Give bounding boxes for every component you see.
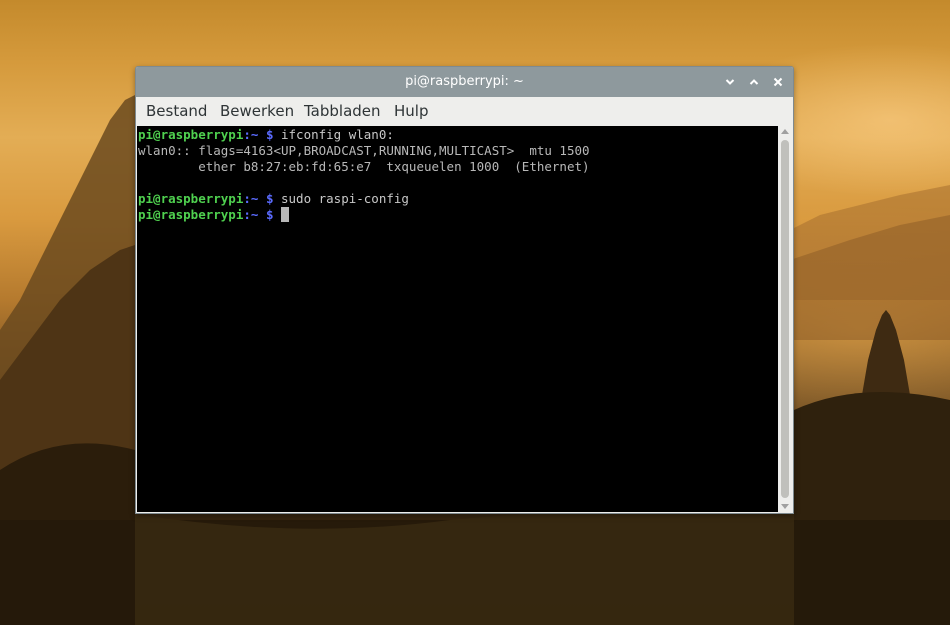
maximize-button[interactable] [746, 74, 762, 90]
prompt-user: pi@raspberrypi [138, 127, 244, 142]
minimize-button[interactable] [722, 74, 738, 90]
scroll-up-icon[interactable] [781, 129, 789, 134]
command-text: ifconfig wlan0: [281, 127, 394, 142]
maximize-icon [749, 79, 759, 85]
terminal-output[interactable]: pi@raspberrypi:~ $ ifconfig wlan0: wlan0:… [137, 126, 778, 512]
prompt-path: :~ [243, 191, 259, 206]
prompt-user: pi@raspberrypi [138, 207, 244, 222]
prompt-path: :~ [243, 127, 259, 142]
command-text: sudo raspi-config [281, 191, 409, 206]
menu-bestand[interactable]: Bestand [146, 102, 207, 120]
prompt-symbol: $ [258, 127, 281, 142]
prompt-path: :~ [243, 207, 259, 222]
text-cursor [281, 207, 289, 222]
title-bar[interactable]: pi@raspberrypi: ~ [136, 67, 793, 97]
menu-bar: Bestand Bewerken Tabbladen Hulp [136, 97, 793, 126]
menu-tabbladen[interactable]: Tabbladen [304, 102, 381, 120]
terminal-prompt-line: pi@raspberrypi:~ $ [138, 207, 778, 223]
prompt-symbol: $ [258, 207, 281, 222]
terminal-prompt-line: pi@raspberrypi:~ $ sudo raspi-config [138, 191, 778, 207]
scroll-down-icon[interactable] [781, 504, 789, 509]
minimize-icon [725, 79, 735, 85]
terminal-scrollbar[interactable] [778, 126, 792, 512]
close-button[interactable] [770, 74, 786, 90]
prompt-user: pi@raspberrypi [138, 191, 244, 206]
output-text: ether b8:27:eb:fd:65:e7 txqueuelen 1000 … [138, 159, 590, 174]
window-title: pi@raspberrypi: ~ [405, 74, 524, 89]
menu-bewerken[interactable]: Bewerken [220, 102, 294, 120]
terminal-output-line: wlan0:: flags=4163<UP,BROADCAST,RUNNING,… [138, 143, 778, 159]
terminal-output-line: ether b8:27:eb:fd:65:e7 txqueuelen 1000 … [138, 159, 778, 175]
terminal-prompt-line: pi@raspberrypi:~ $ ifconfig wlan0: [138, 127, 778, 143]
prompt-symbol: $ [258, 191, 281, 206]
scroll-thumb[interactable] [781, 140, 789, 498]
terminal-window: pi@raspberrypi: ~ Bestand Bewerken Tabbl… [135, 66, 794, 514]
output-text: wlan0:: flags=4163<UP,BROADCAST,RUNNING,… [138, 143, 590, 158]
menu-hulp[interactable]: Hulp [394, 102, 428, 120]
close-icon [773, 77, 783, 87]
